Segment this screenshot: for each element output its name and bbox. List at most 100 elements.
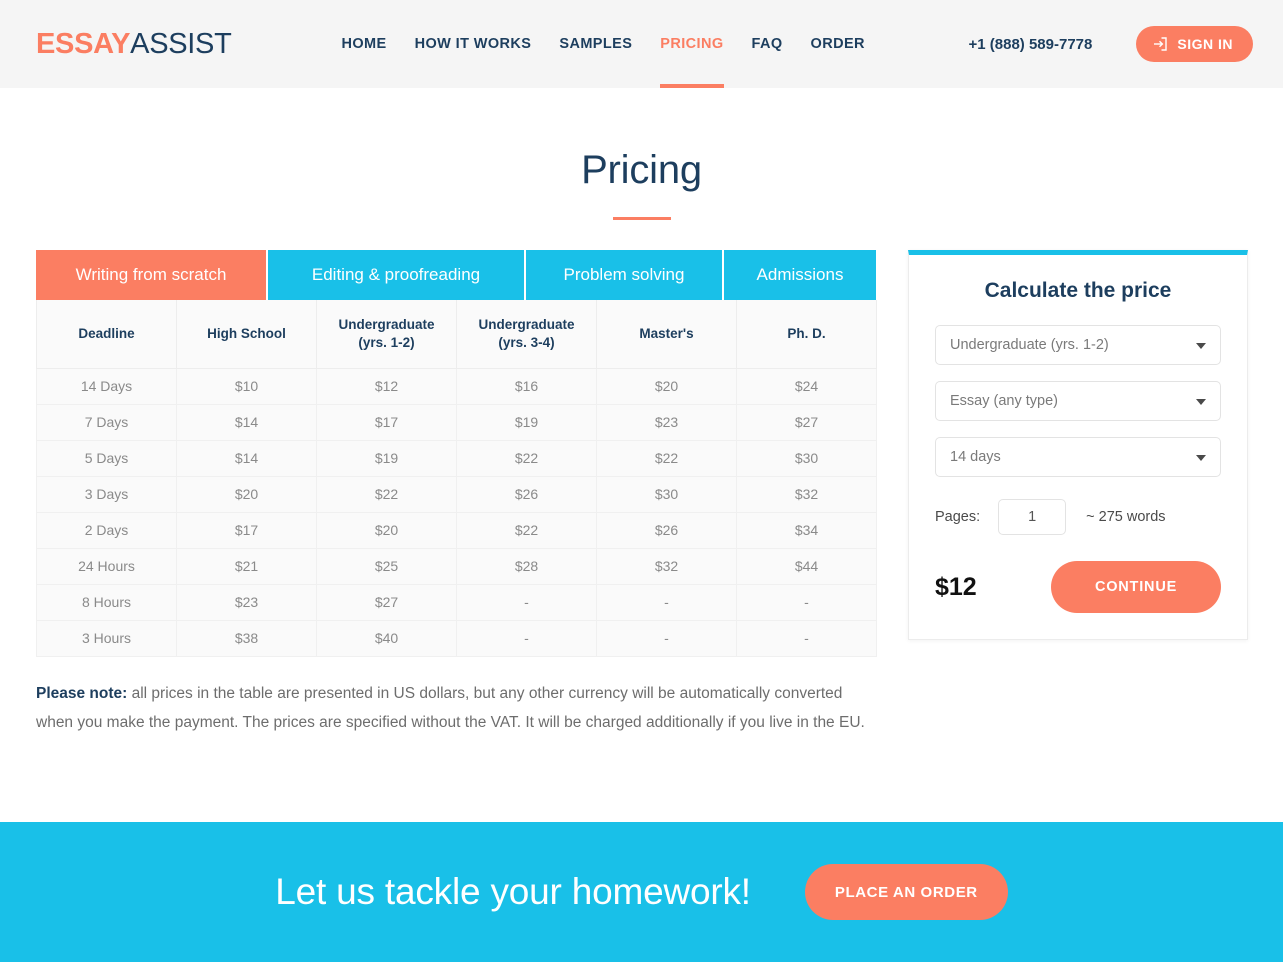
site-header: ESSAYASSIST HOME HOW IT WORKS SAMPLES PR… bbox=[0, 0, 1283, 88]
cell-masters: $30 bbox=[596, 475, 737, 513]
table-row: 3 Hours $38 $40 - - - bbox=[36, 619, 877, 657]
nav-item-pricing[interactable]: PRICING bbox=[660, 0, 724, 88]
phone-number[interactable]: +1 (888) 589-7778 bbox=[969, 36, 1093, 53]
cell-deadline: 7 Days bbox=[36, 403, 177, 441]
sign-in-button[interactable]: SIGN IN bbox=[1136, 26, 1253, 62]
cell-masters: $26 bbox=[596, 511, 737, 549]
table-row: 7 Days $14 $17 $19 $23 $27 bbox=[36, 403, 877, 441]
logo-text-primary: ESSAY bbox=[36, 27, 131, 60]
tab-editing-proofreading[interactable]: Editing & proofreading bbox=[268, 250, 526, 300]
nav-item-faq[interactable]: FAQ bbox=[752, 0, 783, 88]
cell-masters: $20 bbox=[596, 367, 737, 405]
column-header-subtext: (yrs. 1-2) bbox=[358, 334, 415, 350]
cell-ug34: - bbox=[456, 583, 597, 621]
column-header-text: Undergraduate bbox=[338, 316, 435, 332]
cell-deadline: 3 Hours bbox=[36, 619, 177, 657]
cta-banner: Let us tackle your homework! PLACE AN OR… bbox=[0, 822, 1283, 962]
calculator-column: Calculate the price Undergraduate (yrs. … bbox=[908, 250, 1248, 640]
cell-high-school: $20 bbox=[176, 475, 317, 513]
cell-high-school: $23 bbox=[176, 583, 317, 621]
paper-type-select[interactable]: Essay (any type) bbox=[935, 381, 1221, 421]
continue-button[interactable]: CONTINUE bbox=[1051, 561, 1221, 613]
tab-problem-solving[interactable]: Problem solving bbox=[526, 250, 724, 300]
cell-deadline: 3 Days bbox=[36, 475, 177, 513]
cell-high-school: $21 bbox=[176, 547, 317, 585]
cell-deadline: 2 Days bbox=[36, 511, 177, 549]
nav-item-home[interactable]: HOME bbox=[342, 0, 387, 88]
login-icon bbox=[1152, 36, 1168, 52]
pricing-table-column: Writing from scratch Editing & proofread… bbox=[36, 250, 877, 752]
cell-ug34: $28 bbox=[456, 547, 597, 585]
pricing-table: Deadline High School Undergraduate (yrs.… bbox=[36, 300, 877, 657]
pricing-note-label: Please note: bbox=[36, 684, 128, 702]
table-row: 3 Days $20 $22 $26 $30 $32 bbox=[36, 475, 877, 513]
cell-masters: $22 bbox=[596, 439, 737, 477]
column-header-undergraduate-3-4: Undergraduate (yrs. 3-4) bbox=[456, 300, 597, 369]
column-header-text: Deadline bbox=[78, 325, 135, 341]
cell-ug12: $20 bbox=[316, 511, 457, 549]
nav-item-samples[interactable]: SAMPLES bbox=[559, 0, 632, 88]
cell-masters: $32 bbox=[596, 547, 737, 585]
cell-high-school: $38 bbox=[176, 619, 317, 657]
column-header-masters: Master's bbox=[596, 300, 737, 369]
cell-deadline: 24 Hours bbox=[36, 547, 177, 585]
place-an-order-button[interactable]: PLACE AN ORDER bbox=[804, 864, 1008, 920]
words-count-hint: ~ 275 words bbox=[1086, 509, 1166, 525]
cell-masters: - bbox=[596, 583, 737, 621]
nav-item-order[interactable]: ORDER bbox=[811, 0, 865, 88]
column-header-undergraduate-1-2: Undergraduate (yrs. 1-2) bbox=[316, 300, 457, 369]
cell-high-school: $17 bbox=[176, 511, 317, 549]
page-title: Pricing bbox=[581, 148, 702, 192]
header-actions: +1 (888) 589-7778 SIGN IN bbox=[969, 26, 1253, 62]
price-calculator-card: Calculate the price Undergraduate (yrs. … bbox=[908, 250, 1248, 640]
pages-input[interactable] bbox=[998, 499, 1067, 535]
sign-in-label: SIGN IN bbox=[1177, 36, 1233, 52]
cell-ug12: $27 bbox=[316, 583, 457, 621]
pages-row: Pages: ~ 275 words bbox=[935, 499, 1221, 535]
column-header-text: Undergraduate bbox=[478, 316, 575, 332]
cell-ug12: $22 bbox=[316, 475, 457, 513]
table-row: 8 Hours $23 $27 - - - bbox=[36, 583, 877, 621]
cell-phd: $24 bbox=[736, 367, 877, 405]
column-header-phd: Ph. D. bbox=[736, 300, 877, 369]
pricing-tabs: Writing from scratch Editing & proofread… bbox=[36, 250, 876, 300]
cell-ug12: $25 bbox=[316, 547, 457, 585]
chevron-down-icon bbox=[1196, 399, 1206, 405]
academic-level-select[interactable]: Undergraduate (yrs. 1-2) bbox=[935, 325, 1221, 365]
academic-level-value: Undergraduate (yrs. 1-2) bbox=[950, 337, 1109, 353]
cell-high-school: $10 bbox=[176, 367, 317, 405]
cell-phd: $30 bbox=[736, 439, 877, 477]
cell-ug34: $22 bbox=[456, 511, 597, 549]
cell-deadline: 14 Days bbox=[36, 367, 177, 405]
cell-high-school: $14 bbox=[176, 403, 317, 441]
tab-writing-from-scratch[interactable]: Writing from scratch bbox=[36, 250, 268, 300]
tab-admissions[interactable]: Admissions bbox=[724, 250, 876, 300]
main-content: Writing from scratch Editing & proofread… bbox=[0, 250, 1283, 752]
table-header-row: Deadline High School Undergraduate (yrs.… bbox=[36, 300, 877, 369]
column-header-high-school: High School bbox=[176, 300, 317, 369]
cell-phd: $34 bbox=[736, 511, 877, 549]
cell-ug34: $19 bbox=[456, 403, 597, 441]
cell-phd: $27 bbox=[736, 403, 877, 441]
cell-phd: - bbox=[736, 619, 877, 657]
pricing-table-body: 14 Days $10 $12 $16 $20 $24 7 Days $14 $… bbox=[36, 367, 877, 657]
cell-phd: - bbox=[736, 583, 877, 621]
nav-item-how-it-works[interactable]: HOW IT WORKS bbox=[415, 0, 532, 88]
table-row: 2 Days $17 $20 $22 $26 $34 bbox=[36, 511, 877, 549]
cell-ug34: $22 bbox=[456, 439, 597, 477]
paper-type-value: Essay (any type) bbox=[950, 393, 1058, 409]
cell-phd: $44 bbox=[736, 547, 877, 585]
column-header-deadline: Deadline bbox=[36, 300, 177, 369]
logo[interactable]: ESSAYASSIST bbox=[36, 28, 232, 61]
title-underline-rule bbox=[612, 217, 671, 220]
cell-ug34: - bbox=[456, 619, 597, 657]
cell-ug12: $19 bbox=[316, 439, 457, 477]
deadline-select[interactable]: 14 days bbox=[935, 437, 1221, 477]
cell-high-school: $14 bbox=[176, 439, 317, 477]
chevron-down-icon bbox=[1196, 455, 1206, 461]
cell-deadline: 5 Days bbox=[36, 439, 177, 477]
table-row: 5 Days $14 $19 $22 $22 $30 bbox=[36, 439, 877, 477]
column-header-subtext: (yrs. 3-4) bbox=[498, 334, 555, 350]
total-row: $12 CONTINUE bbox=[935, 561, 1221, 613]
deadline-value: 14 days bbox=[950, 449, 1001, 465]
